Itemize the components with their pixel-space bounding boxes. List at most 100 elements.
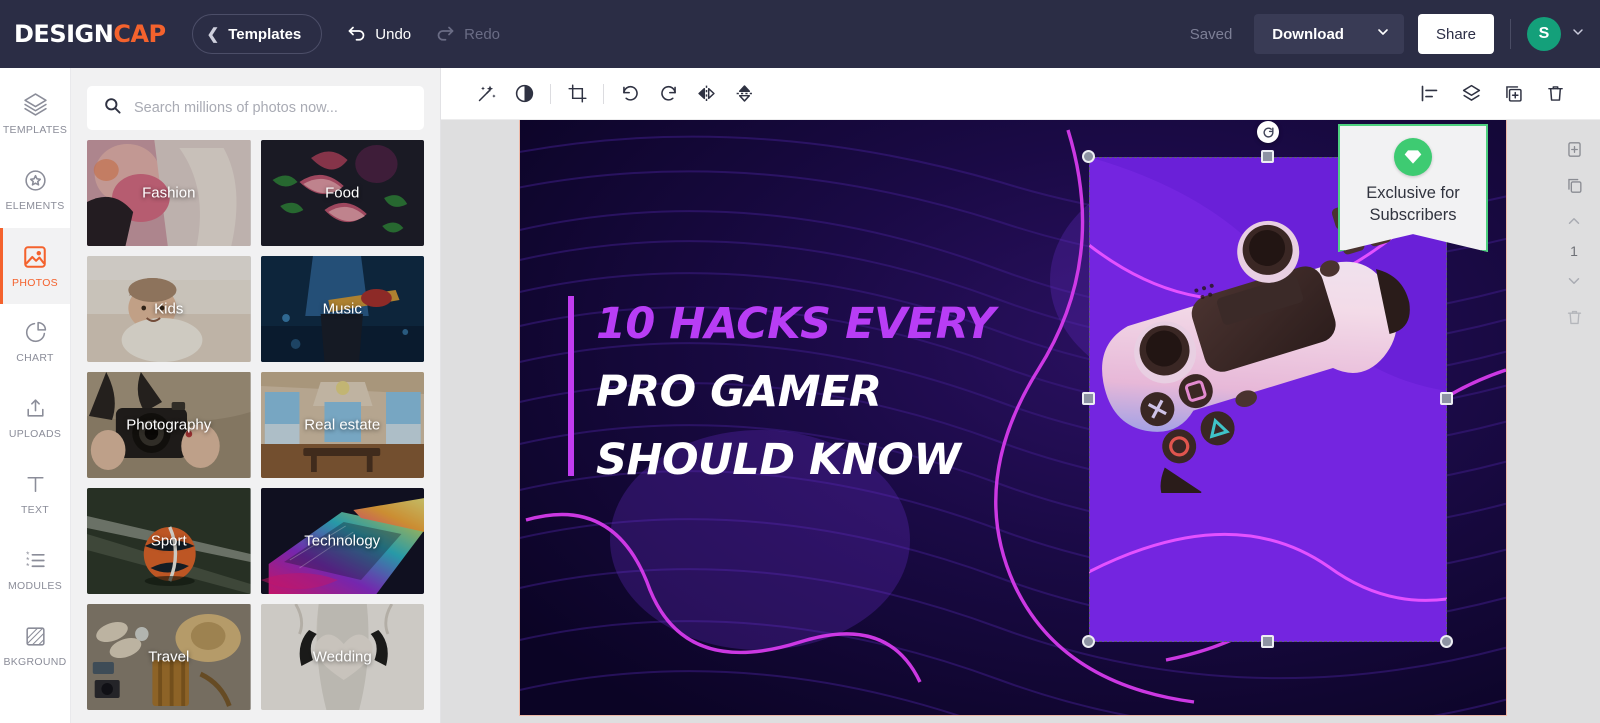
upload-icon — [23, 396, 48, 421]
app-logo[interactable]: DESIGNCAP — [14, 20, 166, 48]
toolbar-divider — [603, 83, 604, 104]
category-card-travel[interactable]: Travel — [87, 604, 251, 710]
rotate-left-icon[interactable] — [611, 75, 649, 113]
designcap-editor: DESIGNCAP ❮ Templates Undo Redo Saved Do… — [0, 0, 1600, 723]
badge-line-1: Exclusive for — [1366, 184, 1460, 202]
premium-badge[interactable]: Exclusive for Subscribers — [1338, 124, 1488, 252]
category-label: Kids — [154, 300, 184, 318]
category-card-food[interactable]: Food — [260, 140, 424, 246]
logo-text-cap: CAP — [113, 20, 166, 48]
add-page-icon[interactable] — [1557, 132, 1591, 166]
share-button[interactable]: Share — [1417, 14, 1494, 54]
contrast-icon[interactable] — [505, 75, 543, 113]
redo-label: Redo — [464, 25, 500, 43]
sidebar-item-photos[interactable]: PHOTOS — [0, 228, 70, 304]
undo-icon — [346, 24, 367, 45]
category-card-kids[interactable]: Kids — [87, 256, 251, 362]
copy-page-icon[interactable] — [1557, 168, 1591, 202]
sidebar-label-modules: MODULES — [7, 580, 63, 592]
trash-icon[interactable] — [1536, 75, 1574, 113]
layers-order-icon[interactable] — [1452, 75, 1490, 113]
photos-panel: Fashion — [71, 68, 441, 723]
templates-button[interactable]: ❮ Templates — [191, 14, 323, 54]
category-label: Sport — [150, 532, 187, 550]
image-icon — [22, 244, 48, 270]
rotate-right-icon[interactable] — [649, 75, 687, 113]
resize-handle-middle-right[interactable] — [1440, 392, 1453, 405]
page-number: 1 — [1570, 243, 1578, 259]
headline-lines: 10 HACKS EVERY PRO GAMER SHOULD KNOW — [596, 290, 995, 494]
category-card-fashion[interactable]: Fashion — [87, 140, 251, 246]
flip-horizontal-icon[interactable] — [687, 75, 725, 113]
saved-status: Saved — [1189, 25, 1233, 43]
undo-label: Undo — [375, 25, 412, 43]
resize-handle-bottom-right[interactable] — [1440, 635, 1453, 648]
category-card-realestate[interactable]: Real estate — [260, 372, 424, 478]
category-card-photography[interactable]: Photography — [87, 372, 251, 478]
category-label: Food — [325, 184, 360, 202]
resize-handle-bottom-center[interactable] — [1261, 635, 1274, 648]
move-page-down-icon[interactable] — [1557, 264, 1591, 298]
sidebar-item-text[interactable]: TEXT — [0, 456, 70, 532]
category-card-wedding[interactable]: Wedding — [260, 604, 424, 710]
sidebar-item-modules[interactable]: * * * MODULES — [0, 532, 70, 608]
download-button[interactable]: Download — [1254, 14, 1362, 54]
badge-text: Exclusive for Subscribers — [1338, 182, 1488, 226]
sidebar-item-chart[interactable]: CHART — [0, 304, 70, 380]
headline-text-object[interactable]: 10 HACKS EVERY PRO GAMER SHOULD KNOW — [568, 290, 995, 494]
category-label: Travel — [148, 648, 190, 666]
magic-wand-icon[interactable] — [467, 75, 505, 113]
category-card-music[interactable]: Music — [260, 256, 424, 362]
text-t-icon — [23, 472, 48, 497]
rotate-handle[interactable] — [1257, 121, 1279, 143]
header-divider — [1510, 19, 1511, 49]
pie-chart-icon — [23, 320, 48, 345]
sidebar-item-uploads[interactable]: UPLOADS — [0, 380, 70, 456]
resize-handle-top-center[interactable] — [1261, 150, 1274, 163]
redo-button[interactable]: Redo — [435, 24, 500, 45]
templates-button-label: Templates — [228, 25, 302, 43]
category-card-sport[interactable]: Sport — [87, 488, 251, 594]
flip-vertical-icon[interactable] — [725, 75, 763, 113]
undo-button[interactable]: Undo — [346, 24, 411, 45]
app-header: DESIGNCAP ❮ Templates Undo Redo Saved Do… — [0, 0, 1600, 68]
resize-handle-top-left[interactable] — [1082, 150, 1095, 163]
category-label: Wedding — [312, 648, 372, 666]
diamond-icon — [1394, 138, 1432, 176]
align-icon[interactable] — [1410, 75, 1448, 113]
chevron-left-icon: ❮ — [206, 25, 220, 43]
duplicate-icon[interactable] — [1494, 75, 1532, 113]
sidebar-item-templates[interactable]: TEMPLATES — [0, 76, 70, 152]
left-sidebar: TEMPLATES ELEMENTS PHOTOS CHART UPLOADS … — [0, 68, 71, 723]
sidebar-item-elements[interactable]: ELEMENTS — [0, 152, 70, 228]
resize-handle-bottom-left[interactable] — [1082, 635, 1095, 648]
sidebar-item-bkground[interactable]: BKGROUND — [0, 608, 70, 684]
category-card-technology[interactable]: Technology — [260, 488, 424, 594]
delete-page-icon[interactable] — [1557, 300, 1591, 334]
sidebar-label-text: TEXT — [20, 504, 50, 516]
crop-icon[interactable] — [558, 75, 596, 113]
logo-text-design: DESIGN — [14, 20, 114, 48]
list-icon: * * * — [23, 548, 48, 573]
download-group: Download — [1254, 14, 1404, 54]
search-box[interactable] — [87, 86, 424, 130]
headline-line-3: SHOULD KNOW — [596, 435, 961, 485]
account-chevron-down-icon[interactable] — [1570, 24, 1586, 45]
search-icon — [103, 96, 122, 120]
resize-handle-middle-left[interactable] — [1082, 392, 1095, 405]
category-label: Music — [322, 300, 362, 318]
search-input[interactable] — [134, 100, 408, 116]
move-page-up-icon[interactable] — [1557, 204, 1591, 238]
canvas-toolbar-right — [1410, 75, 1574, 113]
svg-text:*: * — [26, 561, 30, 571]
redo-icon — [435, 24, 456, 45]
avatar[interactable]: S — [1527, 17, 1561, 51]
download-dropdown-button[interactable] — [1362, 14, 1404, 54]
badge-star-icon — [23, 168, 48, 193]
page-controls-rail: 1 — [1548, 120, 1600, 723]
photo-category-grid: Fashion Food Kids Music Photography Real… — [71, 140, 440, 710]
design-artboard[interactable]: 10 HACKS EVERY PRO GAMER SHOULD KNOW Exc… — [520, 120, 1506, 715]
header-actions: Saved Download Share S — [1168, 0, 1600, 68]
sidebar-label-photos: PHOTOS — [12, 276, 58, 289]
category-label: Fashion — [142, 184, 196, 202]
